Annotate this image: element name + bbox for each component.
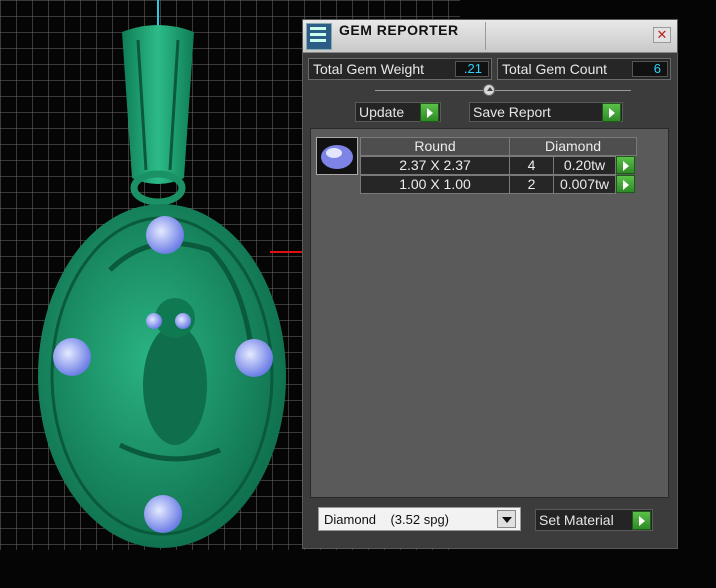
window-title: GEM REPORTER: [339, 22, 459, 38]
save-report-button-label: Save Report: [473, 104, 551, 120]
titlebar-divider: [485, 22, 486, 50]
play-arrow-icon[interactable]: [616, 175, 635, 193]
table-row-2-count: 2: [509, 175, 554, 194]
update-button[interactable]: Update: [355, 102, 441, 122]
material-dropdown[interactable]: Diamond (3.52 spg): [318, 507, 521, 531]
dropdown-arrow-icon[interactable]: [497, 510, 516, 528]
total-gem-weight-value: .21: [455, 61, 489, 77]
window-titlebar[interactable]: GEM REPORTER ✕: [303, 20, 677, 53]
total-gem-count-value: 6: [632, 61, 668, 77]
table-row-2-size: 1.00 X 1.00: [360, 175, 510, 194]
set-material-button[interactable]: Set Material: [535, 509, 653, 531]
shape-column-header: Round: [360, 137, 510, 156]
table-row-1-count: 4: [509, 156, 554, 175]
update-button-label: Update: [359, 104, 405, 120]
save-report-button[interactable]: Save Report: [469, 102, 623, 122]
material-column-header: Diamond: [509, 137, 637, 156]
panel-slider-handle[interactable]: [483, 84, 495, 96]
set-material-button-label: Set Material: [539, 512, 614, 528]
gem-list-area: Round Diamond 2.37 X 2.37 4 0.20tw 1.00 …: [310, 128, 669, 498]
material-dropdown-value: Diamond (3.52 spg): [324, 512, 450, 527]
total-gem-weight-label: Total Gem Weight: [313, 61, 425, 77]
panel-slider-track[interactable]: [375, 90, 631, 91]
table-row-1-weight: 0.20tw: [553, 156, 616, 175]
play-arrow-icon[interactable]: [420, 103, 439, 122]
play-arrow-icon[interactable]: [602, 103, 621, 122]
total-gem-weight-field: Total Gem Weight .21: [308, 58, 492, 80]
total-gem-count-label: Total Gem Count: [502, 61, 608, 77]
play-arrow-icon[interactable]: [632, 511, 651, 530]
gem-thumbnail-icon[interactable]: [316, 137, 358, 175]
gem-reporter-window: GEM REPORTER ✕ Total Gem Weight .21 Tota…: [302, 19, 678, 549]
close-icon[interactable]: ✕: [653, 27, 671, 43]
table-row-1-size: 2.37 X 2.37: [360, 156, 510, 175]
play-arrow-icon[interactable]: [616, 156, 635, 174]
gem-reporter-app-icon: [306, 23, 332, 50]
total-gem-count-field: Total Gem Count 6: [497, 58, 671, 80]
table-row-2-weight: 0.007tw: [553, 175, 616, 194]
